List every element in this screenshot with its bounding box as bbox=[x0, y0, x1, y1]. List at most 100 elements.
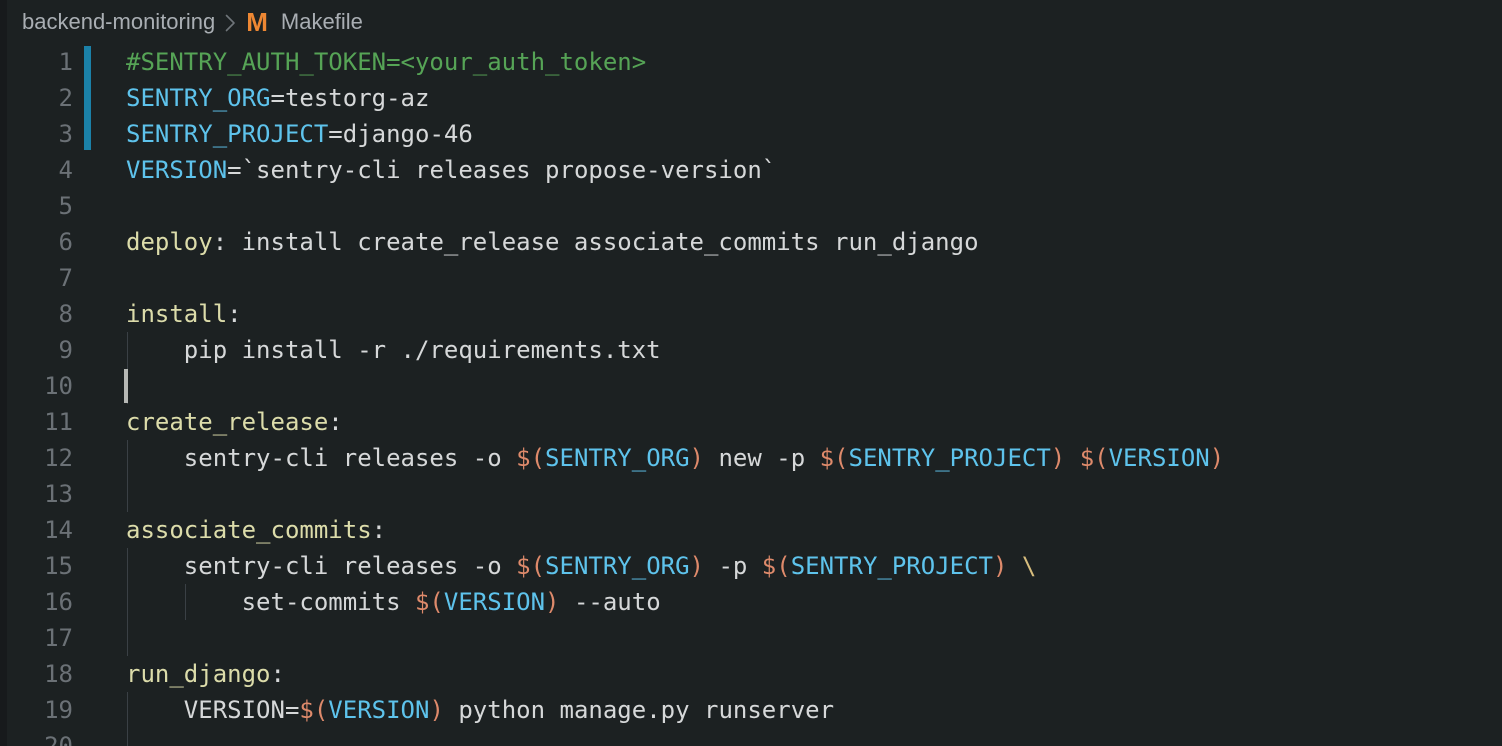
code-line[interactable]: 4 VERSION=`sentry-cli releases propose-ve… bbox=[0, 152, 1502, 188]
code-line-content bbox=[126, 728, 1502, 746]
line-number[interactable]: 13 bbox=[0, 476, 73, 512]
code-token: ) bbox=[429, 696, 443, 724]
code-line[interactable]: 16 set-commits $(VERSION) --auto bbox=[0, 584, 1502, 620]
code-token: $( bbox=[820, 444, 849, 472]
code-line[interactable]: 10 bbox=[0, 368, 1502, 404]
indent-guide bbox=[127, 440, 128, 476]
code-line[interactable]: 8 install: bbox=[0, 296, 1502, 332]
code-line[interactable]: 7 bbox=[0, 260, 1502, 296]
code-line-content: SENTRY_ORG=testorg-az bbox=[126, 80, 1502, 116]
indent-guide bbox=[185, 584, 186, 620]
line-number[interactable]: 3 bbox=[0, 116, 73, 152]
makefile-icon: M bbox=[246, 7, 268, 38]
code-line[interactable]: 14 associate_commits: bbox=[0, 512, 1502, 548]
code-line-content bbox=[126, 476, 1502, 512]
code-token bbox=[1007, 552, 1021, 580]
line-number[interactable]: 11 bbox=[0, 404, 73, 440]
code-token: pip install -r ./requirements.txt bbox=[184, 336, 661, 364]
code-line[interactable]: 15sentry-cli releases -o $(SENTRY_ORG) -… bbox=[0, 548, 1502, 584]
code-token: deploy bbox=[126, 228, 213, 256]
code-token: ) bbox=[545, 588, 559, 616]
line-number[interactable]: 9 bbox=[0, 332, 73, 368]
code-token: ) bbox=[690, 552, 704, 580]
indent-guide bbox=[127, 548, 128, 584]
code-token: : bbox=[372, 516, 386, 544]
editor[interactable]: 1 #SENTRY_AUTH_TOKEN=<your_auth_token> 2 SE… bbox=[0, 44, 1502, 746]
code-token: sentry-cli releases -o bbox=[184, 552, 516, 580]
code-line-content: associate_commits: bbox=[126, 512, 1502, 548]
breadcrumb-file-label: Makefile bbox=[281, 9, 363, 35]
code-token: VERSION bbox=[1109, 444, 1210, 472]
code-token: run_django bbox=[126, 660, 271, 688]
code-token: : install create_release associate_commi… bbox=[213, 228, 979, 256]
indent-guide bbox=[127, 620, 128, 656]
code-token: SENTRY_ORG bbox=[126, 84, 271, 112]
code-token: ) bbox=[993, 552, 1007, 580]
line-number[interactable]: 1 bbox=[0, 44, 73, 80]
code-line[interactable]: 13 bbox=[0, 476, 1502, 512]
code-token: =testorg-az bbox=[271, 84, 430, 112]
code-token: \ bbox=[1022, 552, 1036, 580]
code-token: VERSION bbox=[444, 588, 545, 616]
modified-lines-gutter-indicator bbox=[84, 46, 91, 150]
line-number[interactable]: 10 bbox=[0, 368, 73, 404]
line-number[interactable]: 4 bbox=[0, 152, 73, 188]
code-token: set-commits bbox=[242, 588, 415, 616]
line-number[interactable]: 14 bbox=[0, 512, 73, 548]
code-token: : bbox=[227, 300, 241, 328]
code-line-content bbox=[126, 260, 1502, 296]
code-token: VERSION bbox=[126, 156, 227, 184]
code-token: SENTRY_PROJECT bbox=[791, 552, 993, 580]
code-token: =`sentry-cli releases propose-version` bbox=[227, 156, 776, 184]
line-number[interactable]: 18 bbox=[0, 656, 73, 692]
line-number[interactable]: 5 bbox=[0, 188, 73, 224]
code-line[interactable]: 1 #SENTRY_AUTH_TOKEN=<your_auth_token> bbox=[0, 44, 1502, 80]
code-token: VERSION bbox=[328, 696, 429, 724]
code-line[interactable]: 12sentry-cli releases -o $(SENTRY_ORG) n… bbox=[0, 440, 1502, 476]
indent-guide bbox=[127, 476, 128, 512]
line-number[interactable]: 20 bbox=[0, 728, 73, 746]
line-number[interactable]: 6 bbox=[0, 224, 73, 260]
line-number[interactable]: 12 bbox=[0, 440, 73, 476]
code-token: SENTRY_PROJECT bbox=[126, 120, 328, 148]
code-line-content: set-commits $(VERSION) --auto bbox=[126, 584, 1502, 620]
code-token bbox=[1065, 444, 1079, 472]
code-line-content: deploy: install create_release associate… bbox=[126, 224, 1502, 260]
code-line[interactable]: 11create_release: bbox=[0, 404, 1502, 440]
line-number[interactable]: 16 bbox=[0, 584, 73, 620]
code-token: =django-46 bbox=[328, 120, 473, 148]
code-line-content: pip install -r ./requirements.txt bbox=[126, 332, 1502, 368]
code-line-content: SENTRY_PROJECT=django-46 bbox=[126, 116, 1502, 152]
line-number[interactable]: 8 bbox=[0, 296, 73, 332]
code-line[interactable]: 18 run_django: bbox=[0, 656, 1502, 692]
code-line-content: VERSION=$(VERSION) python manage.py runs… bbox=[126, 692, 1502, 728]
breadcrumb: backend-monitoring M Makefile bbox=[0, 0, 1502, 44]
code-token: $( bbox=[762, 552, 791, 580]
code-line[interactable]: 20 bbox=[0, 728, 1502, 746]
code-token: VERSION= bbox=[184, 696, 300, 724]
code-line[interactable]: 19 VERSION=$(VERSION) python manage.py ru… bbox=[0, 692, 1502, 728]
code-line[interactable]: 2 SENTRY_ORG=testorg-az bbox=[0, 80, 1502, 116]
code-token: create_release bbox=[126, 408, 328, 436]
code-line[interactable]: 9 pip install -r ./requirements.txt bbox=[0, 332, 1502, 368]
code-token: SENTRY_ORG bbox=[545, 444, 690, 472]
line-number[interactable]: 15 bbox=[0, 548, 73, 584]
line-number[interactable]: 7 bbox=[0, 260, 73, 296]
code-line[interactable]: 17 bbox=[0, 620, 1502, 656]
code-line[interactable]: 5 bbox=[0, 188, 1502, 224]
code-line-content bbox=[126, 620, 1502, 656]
code-line[interactable]: 6 deploy: install create_release associat… bbox=[0, 224, 1502, 260]
code-token: #SENTRY_AUTH_TOKEN=<your_auth_token> bbox=[126, 48, 646, 76]
code-token: SENTRY_PROJECT bbox=[849, 444, 1051, 472]
code-line-content: VERSION=`sentry-cli releases propose-ver… bbox=[126, 152, 1502, 188]
code-token: : bbox=[271, 660, 285, 688]
breadcrumb-item-folder[interactable]: backend-monitoring bbox=[22, 9, 215, 35]
chevron-right-icon bbox=[225, 14, 236, 32]
breadcrumb-item-file[interactable]: M Makefile bbox=[246, 7, 363, 38]
code-line[interactable]: 3 SENTRY_PROJECT=django-46 bbox=[0, 116, 1502, 152]
code-line-content: install: bbox=[126, 296, 1502, 332]
line-number[interactable]: 17 bbox=[0, 620, 73, 656]
line-number[interactable]: 19 bbox=[0, 692, 73, 728]
line-number[interactable]: 2 bbox=[0, 80, 73, 116]
code-token: associate_commits bbox=[126, 516, 372, 544]
